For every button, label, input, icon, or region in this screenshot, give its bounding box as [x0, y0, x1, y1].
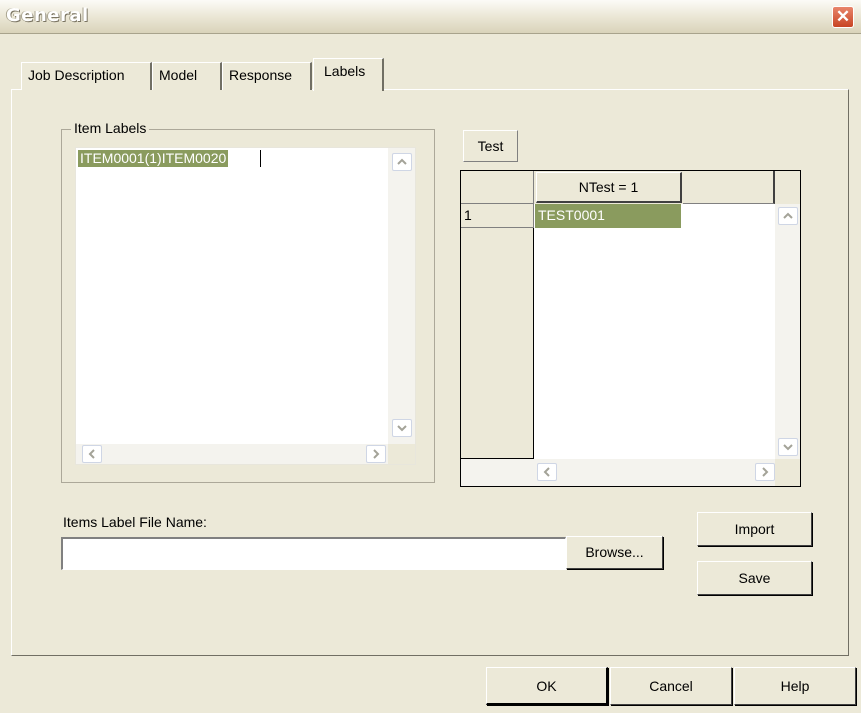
tab-model-label: Model [159, 67, 198, 83]
tab-model[interactable]: Model [152, 62, 222, 90]
tab-labels-label: Labels [324, 63, 366, 79]
scroll-up-arrow-icon [397, 158, 407, 165]
close-button[interactable]: ✕ [832, 6, 854, 28]
title-bar[interactable]: General ✕ [0, 0, 861, 34]
grid-vertical-scrollbar[interactable] [775, 204, 800, 459]
save-button-label: Save [738, 570, 771, 586]
window-title: General [6, 5, 89, 26]
test-button[interactable]: Test [463, 130, 518, 162]
item-labels-listbox[interactable]: ITEM0001(1)ITEM0020 [75, 147, 416, 465]
grid-row-header-column [461, 204, 534, 459]
grid-scroll-down-button[interactable] [778, 438, 798, 456]
tab-labels[interactable]: Labels [313, 58, 384, 91]
tab-response[interactable]: Response [222, 62, 312, 90]
test-grid[interactable]: NTest = 1 1 TEST0001 [460, 170, 801, 487]
grid-cell-value: TEST0001 [538, 207, 605, 223]
scroll-left-arrow-icon [543, 467, 550, 477]
scroll-up-arrow-icon [783, 212, 793, 219]
ok-button-label: OK [536, 678, 557, 694]
save-button[interactable]: Save [697, 561, 812, 595]
tab-job-description[interactable]: Job Description [21, 62, 152, 90]
grid-row-header[interactable]: 1 [461, 204, 534, 228]
import-button-label: Import [734, 521, 775, 537]
item-labels-group-label: Item Labels [71, 120, 150, 137]
text-cursor [260, 150, 261, 167]
grid-column-header-label: NTest = 1 [578, 179, 639, 195]
grid-column-header[interactable]: NTest = 1 [536, 172, 682, 203]
grid-scroll-left-button[interactable] [537, 463, 557, 481]
scrollbar-corner [388, 444, 415, 464]
help-button[interactable]: Help [734, 667, 856, 705]
ok-button[interactable]: OK [486, 667, 608, 705]
close-icon: ✕ [835, 7, 851, 26]
item-labels-horizontal-scrollbar[interactable] [76, 444, 388, 464]
grid-corner-cell [461, 171, 534, 204]
grid-scrollbar-corner [775, 459, 800, 486]
items-label-file-name-label: Items Label File Name: [63, 514, 207, 530]
items-label-file-name-input[interactable] [61, 537, 566, 570]
scroll-down-arrow-icon [783, 444, 793, 451]
cancel-button[interactable]: Cancel [610, 667, 732, 705]
import-button[interactable]: Import [697, 512, 812, 546]
help-button-label: Help [780, 678, 810, 694]
tab-response-label: Response [229, 67, 293, 83]
grid-horizontal-scrollbar[interactable] [461, 459, 775, 486]
browse-button[interactable]: Browse... [566, 536, 663, 569]
general-dialog: General ✕ Job Description Model Response… [0, 0, 861, 713]
cancel-button-label: Cancel [649, 678, 693, 694]
test-button-label: Test [477, 138, 504, 154]
scroll-down-arrow-icon [397, 425, 407, 432]
scroll-down-button[interactable] [392, 419, 412, 437]
scroll-left-arrow-icon [88, 449, 95, 459]
grid-cell-selected[interactable]: TEST0001 [535, 204, 681, 228]
browse-button-label: Browse... [585, 544, 644, 560]
tab-job-description-label: Job Description [28, 67, 125, 83]
item-labels-vertical-scrollbar[interactable] [388, 148, 415, 444]
scroll-right-arrow-icon [762, 467, 769, 477]
grid-scroll-up-button[interactable] [778, 207, 798, 225]
grid-empty-header-cell [683, 171, 775, 204]
grid-row-number: 1 [464, 207, 472, 223]
scroll-left-button[interactable] [82, 445, 102, 463]
grid-scroll-right-button[interactable] [755, 463, 775, 481]
scroll-right-arrow-icon [373, 449, 380, 459]
list-item[interactable]: ITEM0001(1)ITEM0020 [78, 150, 229, 167]
scroll-right-button[interactable] [366, 445, 386, 463]
scroll-up-button[interactable] [392, 153, 412, 171]
